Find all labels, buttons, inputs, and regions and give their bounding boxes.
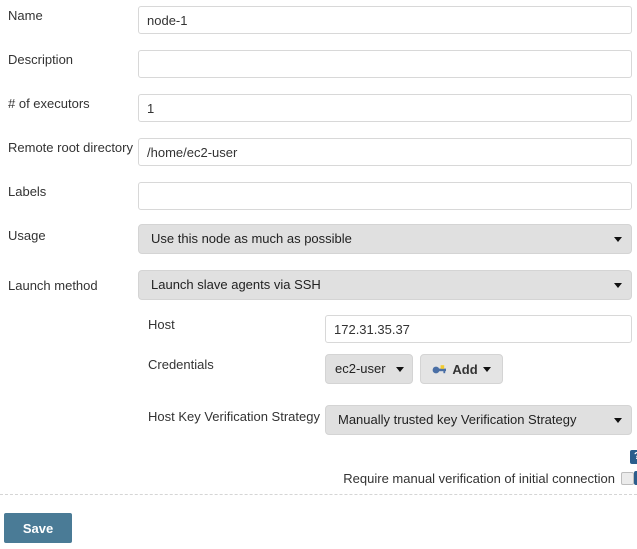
host-key-strategy-select-value: Manually trusted key Verification Strate… [338,412,577,427]
require-manual-verification-label: Require manual verification of initial c… [343,471,615,486]
credentials-select[interactable]: ec2-user [325,354,413,384]
credentials-select-value: ec2-user [335,361,386,376]
field-label-launch-method: Launch method [8,278,98,293]
add-credentials-button[interactable]: Add [420,354,503,384]
remote-root-directory-input[interactable] [138,138,632,166]
save-button[interactable]: Save [4,513,72,543]
chevron-down-icon [614,418,622,423]
field-label-executors: # of executors [8,96,90,111]
section-divider [0,494,637,495]
key-icon [432,362,447,377]
field-label-credentials: Credentials [148,357,214,372]
usage-select-value: Use this node as much as possible [151,231,352,246]
description-input[interactable] [138,50,632,78]
executors-input[interactable] [138,94,632,122]
field-label-host-key-strategy: Host Key Verification Strategy [148,409,320,424]
help-icon[interactable]: ? [630,450,637,464]
launch-method-select-value: Launch slave agents via SSH [151,277,321,292]
chevron-down-icon [614,237,622,242]
name-input[interactable] [138,6,632,34]
field-label-remote-root-directory: Remote root directory [8,140,133,155]
chevron-down-icon [396,367,404,372]
require-manual-verification-checkbox[interactable] [621,472,634,485]
add-credentials-label: Add [452,361,478,377]
field-label-usage: Usage [8,228,46,243]
field-label-description: Description [8,52,74,67]
usage-select[interactable]: Use this node as much as possible [138,224,632,254]
launch-method-select[interactable]: Launch slave agents via SSH [138,270,632,300]
host-input[interactable] [325,315,632,343]
field-label-name: Name [8,8,43,23]
chevron-down-icon [614,283,622,288]
chevron-down-icon [482,366,491,372]
labels-input[interactable] [138,182,632,210]
field-label-labels: Labels [8,184,47,199]
field-label-host: Host [148,317,175,332]
host-key-strategy-select[interactable]: Manually trusted key Verification Strate… [325,405,632,435]
